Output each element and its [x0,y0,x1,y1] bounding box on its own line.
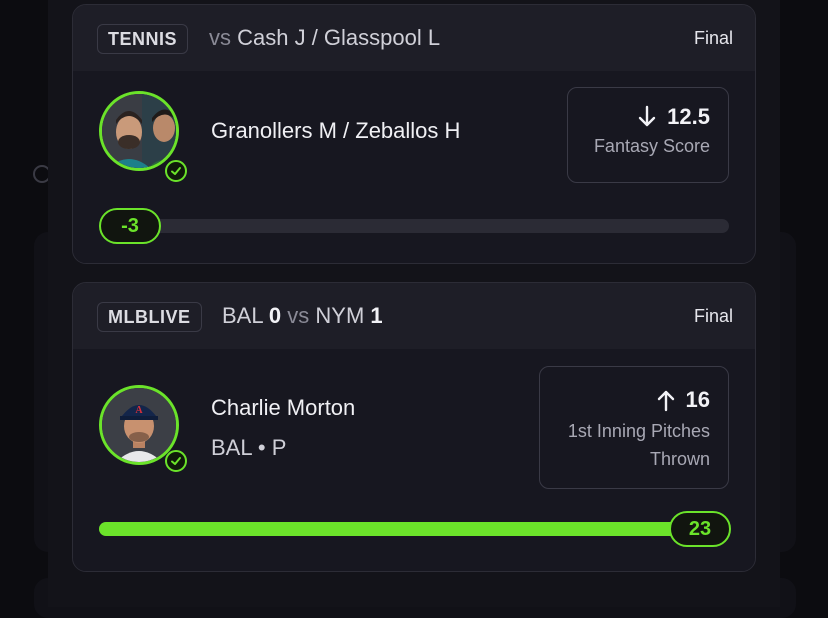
progress-fill [99,522,699,536]
current-value-pill: -3 [99,208,161,244]
player-photo-icon: A [102,388,176,462]
player-name: Granollers M / Zeballos H [211,118,461,143]
pick-card-mlb[interactable]: MLBLIVE BAL 0 vs NYM 1 Final A Charlie M… [72,282,756,572]
team1-abbr: BAL [222,303,263,328]
projection-value: 16 [685,387,710,412]
projection-value: 12.5 [667,104,710,129]
progress-track [99,219,729,233]
team2-abbr: NYM [315,303,365,328]
card-body: Granollers M / Zeballos H 12.5 Fantasy S… [73,71,755,263]
league-tag: TENNIS [97,24,189,54]
vs-label: vs [287,303,310,328]
player-photo-icon [102,94,176,168]
matchup-text: vs Cash J / Glasspool L [209,25,440,51]
projection-box: 16 1st Inning Pitches Thrown [539,366,729,489]
card-body: A Charlie Morton BAL • P 16 1st Inning P… [73,349,755,571]
player-name: Charlie Morton [211,395,356,420]
team2-score: 1 [370,303,383,328]
team1-score: 0 [268,303,282,328]
pick-card-tennis[interactable]: TENNIS vs Cash J / Glasspool L Final Gra… [72,4,756,264]
game-status: Final [693,28,733,48]
current-value-pill: 23 [669,511,731,547]
svg-text:A: A [135,405,143,416]
player-team-position: BAL • P [211,435,287,460]
projection-label: Fantasy Score [593,136,710,156]
card-header: MLBLIVE BAL 0 vs NYM 1 Final [73,283,755,349]
avatar [99,91,179,171]
league-tag: MLBLIVE [97,302,202,332]
projection-label-line2: Thrown [649,449,710,469]
matchup-text: BAL 0 vs NYM 1 [222,303,383,329]
verified-check-icon [165,160,187,182]
arrow-down-icon [638,105,656,127]
card-header: TENNIS vs Cash J / Glasspool L Final [73,5,755,71]
verified-check-icon [165,450,187,472]
opponent-name: Cash J / Glasspool L [237,25,441,50]
projection-label-line1: 1st Inning Pitches [567,421,710,441]
projection-box: 12.5 Fantasy Score [567,87,729,183]
progress-track [99,522,699,536]
game-status: Final [693,306,733,326]
arrow-up-icon [657,390,674,412]
vs-label: vs [209,25,231,50]
